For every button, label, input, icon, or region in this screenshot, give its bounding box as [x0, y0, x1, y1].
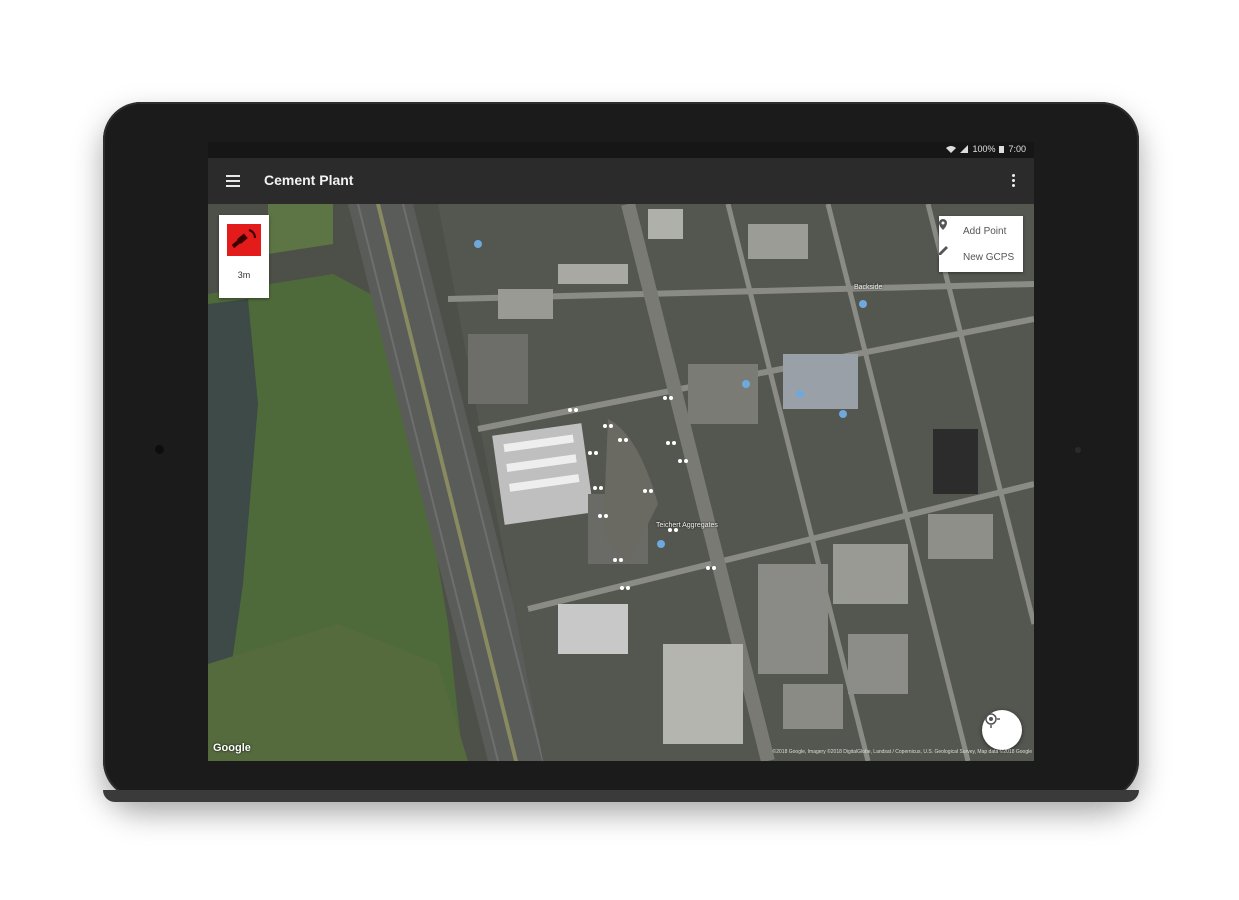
gps-accuracy-widget[interactable]: 3m	[219, 215, 269, 298]
map-attribution: ©2018 Google, Imagery ©2018 DigitalGlobe…	[772, 749, 1032, 755]
poi-label-teichert: Teichert Aggregates	[656, 522, 718, 529]
signal-icon	[960, 145, 969, 153]
satellite-map[interactable]: Backside Teichert Aggregates 3m Add Poin…	[208, 204, 1034, 761]
gcp-marker[interactable]	[588, 449, 600, 457]
gcp-marker[interactable]	[598, 512, 610, 520]
more-options-icon[interactable]	[1012, 174, 1016, 188]
tablet-sensor	[1075, 447, 1081, 453]
app-bar: Cement Plant	[208, 158, 1034, 204]
map-imagery	[208, 204, 1034, 761]
add-point-label: Add Point	[963, 225, 1007, 237]
gcp-marker[interactable]	[593, 484, 605, 492]
crosshair-icon	[982, 710, 1000, 728]
my-location-button[interactable]	[982, 710, 1022, 750]
clock: 7:00	[1008, 144, 1026, 154]
battery-icon	[999, 146, 1005, 153]
gps-accuracy-value: 3m	[237, 270, 251, 280]
status-icons: 100% 7:00	[946, 144, 1026, 154]
gcp-marker[interactable]	[620, 584, 632, 592]
device-screen: 100% 7:00 Cement Plant Backside Teichert…	[208, 142, 1034, 761]
gcp-marker[interactable]	[613, 556, 625, 564]
tablet-edge	[103, 790, 1139, 802]
tablet-camera	[155, 445, 164, 454]
page-title: Cement Plant	[264, 172, 354, 188]
gcp-marker[interactable]	[603, 422, 615, 430]
poi-label-backside: Backside	[854, 284, 883, 291]
new-gcps-label: New GCPS	[963, 251, 1015, 263]
gcp-marker[interactable]	[643, 487, 655, 495]
gcp-marker[interactable]	[678, 457, 690, 465]
map-action-menu: Add Point New GCPS	[939, 216, 1023, 272]
hamburger-menu-icon[interactable]	[226, 175, 240, 187]
gcp-marker[interactable]	[663, 394, 675, 402]
satellite-icon	[231, 229, 256, 249]
gcp-marker[interactable]	[666, 439, 678, 447]
google-logo: Google	[213, 742, 251, 754]
gcp-marker[interactable]	[618, 436, 630, 444]
wifi-icon	[946, 146, 957, 153]
gps-status-indicator	[227, 224, 261, 256]
new-gcps-button[interactable]: New GCPS	[939, 245, 1023, 269]
battery-percent: 100%	[972, 144, 996, 154]
gcp-marker[interactable]	[568, 406, 580, 414]
add-point-button[interactable]: Add Point	[939, 219, 1023, 243]
gcp-marker[interactable]	[706, 564, 718, 572]
status-bar: 100% 7:00	[208, 142, 1034, 158]
